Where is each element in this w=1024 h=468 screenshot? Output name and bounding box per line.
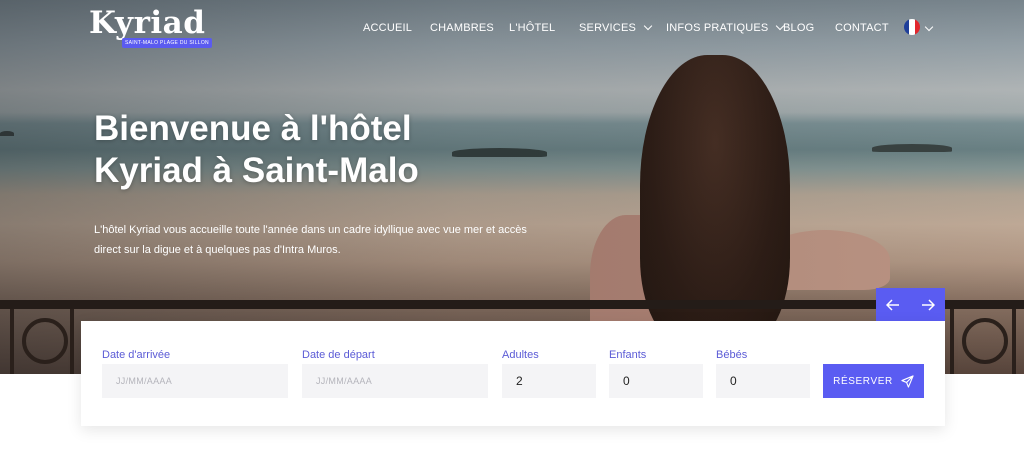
chevron-down-icon xyxy=(924,22,934,32)
slider-controls xyxy=(876,288,945,321)
arrival-date-input[interactable] xyxy=(102,364,288,398)
site-header: Kyriad SAINT-MALO PLAGE DU SILLON ACCUEI… xyxy=(0,0,1024,60)
babies-label: Bébés xyxy=(716,349,748,361)
nav-contact[interactable]: CONTACT xyxy=(835,21,889,35)
nav-services-label: SERVICES xyxy=(579,22,637,34)
nav-infos-pratiques[interactable]: INFOS PRATIQUES xyxy=(666,21,785,35)
slider-next-button[interactable] xyxy=(911,288,946,321)
logo-tagline: SAINT-MALO PLAGE DU SILLON xyxy=(122,38,212,48)
balcony-railing xyxy=(0,300,1024,309)
arrival-date-label: Date d'arrivée xyxy=(102,349,171,361)
arrow-left-icon xyxy=(886,298,900,311)
paper-plane-icon xyxy=(901,374,914,388)
reserve-button-label: RÉSERVER xyxy=(833,375,893,387)
chevron-down-icon xyxy=(643,21,653,31)
language-dropdown[interactable] xyxy=(924,22,934,36)
arrow-right-icon xyxy=(921,298,935,311)
booking-form: Date d'arrivée Date de départ Adultes En… xyxy=(81,321,945,426)
nav-blog[interactable]: BLOG xyxy=(783,21,814,35)
hero-title-line-2: Kyriad à Saint-Malo xyxy=(94,151,419,190)
babies-input[interactable] xyxy=(716,364,810,398)
adults-input[interactable] xyxy=(502,364,596,398)
adults-label: Adultes xyxy=(502,349,539,361)
logo[interactable]: Kyriad SAINT-MALO PLAGE DU SILLON xyxy=(89,5,212,48)
reserve-button[interactable]: RÉSERVER xyxy=(823,364,924,398)
slider-prev-button[interactable] xyxy=(876,288,911,321)
nav-accueil[interactable]: ACCUEIL xyxy=(363,21,412,35)
france-flag-icon[interactable] xyxy=(904,19,920,35)
nav-hotel[interactable]: L'HÔTEL xyxy=(509,21,555,35)
nav-infos-pratiques-label: INFOS PRATIQUES xyxy=(666,22,769,34)
nav-chambres[interactable]: CHAMBRES xyxy=(430,21,494,35)
children-input[interactable] xyxy=(609,364,703,398)
hero-title: Bienvenue à l'hôtel Kyriad à Saint-Malo xyxy=(94,108,554,192)
logo-text: Kyriad xyxy=(89,5,206,41)
departure-date-input[interactable] xyxy=(302,364,488,398)
nav-services[interactable]: SERVICES xyxy=(579,21,653,35)
hero-title-line-1: Bienvenue à l'hôtel xyxy=(94,109,412,148)
hero-subtitle: L'hôtel Kyriad vous accueille toute l'an… xyxy=(94,224,527,256)
departure-date-label: Date de départ xyxy=(302,349,375,361)
children-label: Enfants xyxy=(609,349,647,361)
